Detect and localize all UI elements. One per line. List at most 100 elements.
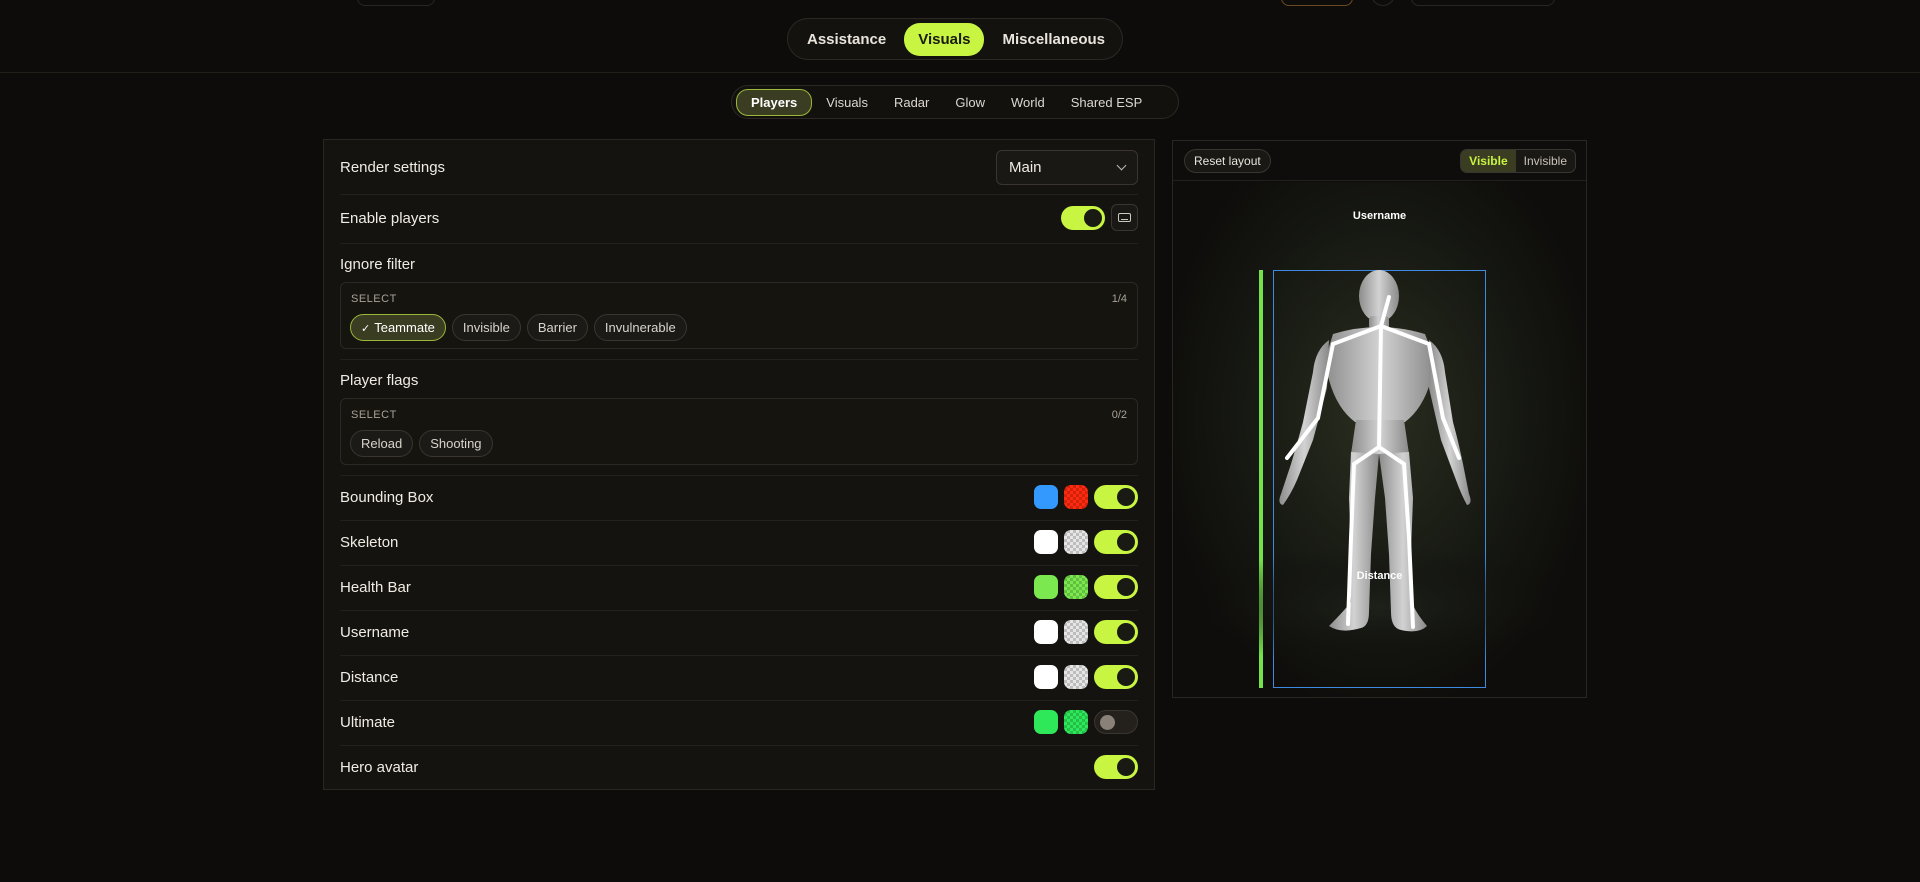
bounding-box-invisible-color[interactable] bbox=[1064, 485, 1088, 509]
enable-players-row: Enable players bbox=[340, 202, 1138, 234]
distance-invisible-color[interactable] bbox=[1064, 665, 1088, 689]
chip-invisible[interactable]: Invisible bbox=[451, 314, 521, 341]
separator bbox=[340, 610, 1138, 611]
tab-visuals[interactable]: Visuals bbox=[904, 22, 985, 56]
invisible-option[interactable]: Invisible bbox=[1516, 150, 1575, 172]
select-caption: SELECT bbox=[351, 409, 397, 421]
chip-reload[interactable]: Reload bbox=[350, 430, 414, 457]
ultimate-label: Ultimate bbox=[340, 713, 396, 731]
enable-players-label: Enable players bbox=[340, 209, 440, 227]
toggle-knob bbox=[1117, 668, 1135, 686]
skeleton-visible-color[interactable] bbox=[1034, 530, 1058, 554]
subtab-players[interactable]: Players bbox=[736, 88, 813, 116]
subtab-radar[interactable]: Radar bbox=[882, 89, 941, 116]
separator bbox=[340, 655, 1138, 656]
username-invisible-color[interactable] bbox=[1064, 620, 1088, 644]
esp-distance-label[interactable]: Distance bbox=[1173, 570, 1586, 582]
esp-preview-panel: Reset layout Visible Invisible Username bbox=[1172, 140, 1587, 698]
ultimate-row: Ultimate bbox=[340, 710, 1138, 734]
health-bar-invisible-color[interactable] bbox=[1064, 575, 1088, 599]
preview-header: Reset layout Visible Invisible bbox=[1173, 141, 1586, 181]
separator bbox=[340, 565, 1138, 566]
separator bbox=[340, 194, 1138, 195]
reset-layout-button[interactable]: Reset layout bbox=[1184, 149, 1271, 173]
skeleton-toggle[interactable] bbox=[1094, 530, 1138, 554]
health-bar-visible-color[interactable] bbox=[1034, 575, 1058, 599]
ignore-filter-label: Ignore filter bbox=[340, 255, 416, 273]
check-icon: ✓ bbox=[361, 323, 371, 335]
visible-option[interactable]: Visible bbox=[1461, 150, 1516, 172]
main-tab-bar: Assistance Visuals Miscellaneous bbox=[787, 18, 1123, 60]
sub-tab-bar: Players Visuals Radar Glow World Shared … bbox=[731, 85, 1179, 119]
keyboard-icon bbox=[1118, 213, 1131, 222]
settings-panel: Render settings Main Enable players Igno… bbox=[323, 139, 1155, 790]
enable-players-toggle[interactable] bbox=[1061, 205, 1105, 230]
subtab-world[interactable]: World bbox=[999, 89, 1057, 116]
separator bbox=[340, 359, 1138, 360]
username-visible-color[interactable] bbox=[1034, 620, 1058, 644]
distance-label: Distance bbox=[340, 668, 399, 686]
player-flags-row: Player flags bbox=[340, 370, 1138, 390]
health-bar-row: Health Bar bbox=[340, 575, 1138, 599]
top-control-left[interactable] bbox=[357, 0, 435, 6]
ultimate-visible-color[interactable] bbox=[1034, 710, 1058, 734]
toggle-knob bbox=[1117, 578, 1135, 596]
bounding-box-visible-color[interactable] bbox=[1034, 485, 1058, 509]
render-settings-label: Render settings bbox=[340, 159, 446, 176]
select-count: 1/4 bbox=[1111, 293, 1127, 305]
subtab-glow[interactable]: Glow bbox=[943, 89, 997, 116]
chip-label: Teammate bbox=[374, 320, 435, 335]
bounding-box-row: Bounding Box bbox=[340, 485, 1138, 509]
username-toggle[interactable] bbox=[1094, 620, 1138, 644]
bounding-box-toggle[interactable] bbox=[1094, 485, 1138, 509]
ultimate-toggle[interactable] bbox=[1094, 710, 1138, 734]
top-control-round[interactable] bbox=[1371, 0, 1395, 6]
distance-row: Distance bbox=[340, 665, 1138, 689]
top-control-right[interactable] bbox=[1411, 0, 1555, 6]
health-bar-toggle[interactable] bbox=[1094, 575, 1138, 599]
subtab-shared-esp[interactable]: Shared ESP bbox=[1059, 89, 1155, 116]
hero-avatar-toggle[interactable] bbox=[1094, 755, 1138, 779]
skeleton-label: Skeleton bbox=[340, 533, 399, 551]
separator bbox=[340, 475, 1138, 476]
username-label: Username bbox=[340, 623, 410, 641]
tab-assistance[interactable]: Assistance bbox=[793, 23, 900, 56]
toggle-knob bbox=[1100, 715, 1115, 730]
subtab-visuals[interactable]: Visuals bbox=[814, 89, 880, 116]
ultimate-invisible-color[interactable] bbox=[1064, 710, 1088, 734]
toggle-knob bbox=[1117, 758, 1135, 776]
select-count: 0/2 bbox=[1111, 409, 1127, 421]
separator bbox=[340, 745, 1138, 746]
tab-miscellaneous[interactable]: Miscellaneous bbox=[988, 23, 1119, 56]
player-model-figure bbox=[1180, 270, 1580, 667]
chip-invulnerable[interactable]: Invulnerable bbox=[593, 314, 687, 341]
chip-shooting[interactable]: Shooting bbox=[419, 430, 493, 457]
visibility-toggle: Visible Invisible bbox=[1460, 149, 1576, 173]
player-flags-select: SELECT 0/2 Reload Shooting bbox=[340, 398, 1138, 465]
render-settings-dropdown[interactable]: Main bbox=[996, 150, 1138, 185]
hero-avatar-label: Hero avatar bbox=[340, 758, 419, 776]
toggle-knob bbox=[1117, 533, 1135, 551]
username-row: Username bbox=[340, 620, 1138, 644]
separator bbox=[340, 700, 1138, 701]
chip-teammate[interactable]: ✓ Teammate bbox=[350, 314, 446, 341]
header-divider bbox=[0, 72, 1920, 73]
chevron-down-icon bbox=[1116, 160, 1127, 171]
distance-visible-color[interactable] bbox=[1034, 665, 1058, 689]
distance-toggle[interactable] bbox=[1094, 665, 1138, 689]
ignore-filter-row: Ignore filter bbox=[340, 254, 1138, 274]
toggle-knob bbox=[1117, 623, 1135, 641]
keybind-button[interactable] bbox=[1111, 204, 1138, 231]
select-caption: SELECT bbox=[351, 293, 397, 305]
health-bar-label: Health Bar bbox=[340, 578, 411, 596]
separator bbox=[340, 520, 1138, 521]
top-control-accent[interactable] bbox=[1281, 0, 1353, 6]
preview-stage: Username Distance bbox=[1173, 182, 1586, 697]
floor-shadow bbox=[1180, 547, 1580, 667]
skeleton-invisible-color[interactable] bbox=[1064, 530, 1088, 554]
player-flags-label: Player flags bbox=[340, 371, 419, 389]
hero-avatar-row: Hero avatar bbox=[340, 755, 1138, 779]
skeleton-row: Skeleton bbox=[340, 530, 1138, 554]
render-settings-value: Main bbox=[1009, 159, 1042, 176]
chip-barrier[interactable]: Barrier bbox=[526, 314, 588, 341]
